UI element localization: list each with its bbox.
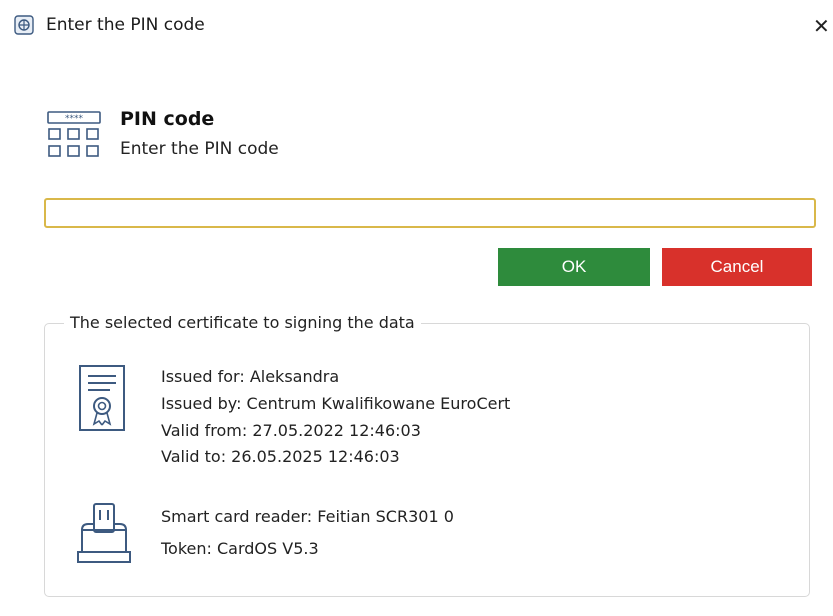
pin-input[interactable] [44,198,816,228]
smart-card-reader: Smart card reader: Feitian SCR301 0 [161,507,454,526]
certificate-document-icon [79,365,125,431]
cancel-button[interactable]: Cancel [662,248,812,286]
svg-text:****: **** [65,114,84,124]
valid-to: Valid to: 26.05.2025 12:46:03 [161,447,400,466]
close-button[interactable]: ✕ [813,13,833,39]
pin-keypad-icon: **** [47,111,101,157]
pin-subheading: Enter the PIN code [120,139,279,159]
pin-dialog: Enter the PIN code ✕ **** PIN code Enter… [0,0,833,616]
pin-heading: PIN code [120,108,215,130]
app-shield-icon [14,15,34,35]
window-title: Enter the PIN code [46,15,205,35]
token: Token: CardOS V5.3 [161,539,319,558]
issued-by: Issued by: Centrum Kwalifikowane EuroCer… [161,394,511,413]
title-bar: Enter the PIN code ✕ [0,0,833,52]
certificate-legend: The selected certificate to signing the … [64,313,421,332]
valid-from: Valid from: 27.05.2022 12:46:03 [161,421,421,440]
ok-button[interactable]: OK [498,248,650,286]
smart-card-reader-icon [77,503,131,563]
certificate-groupbox [44,323,810,597]
issued-for: Issued for: Aleksandra [161,367,340,386]
